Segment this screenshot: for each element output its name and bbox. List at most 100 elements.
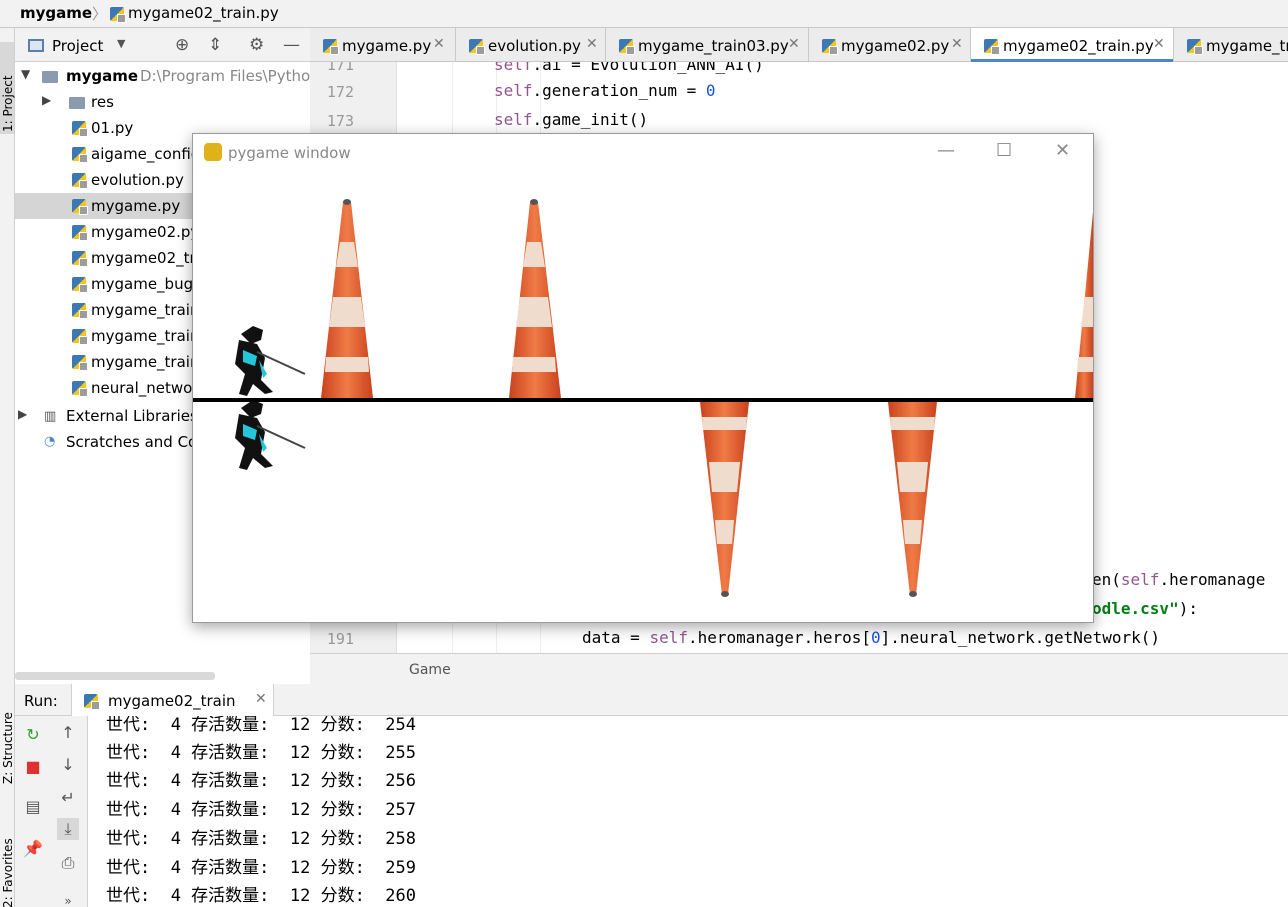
breadcrumb-project[interactable]: mygame	[20, 4, 92, 22]
code-line-fragment: odle.csv"):	[1092, 599, 1198, 618]
close-icon[interactable]: ✕	[1153, 36, 1165, 52]
target-icon[interactable]: ⊕	[175, 35, 189, 55]
library-icon: ▥	[44, 409, 57, 424]
python-file-icon	[72, 199, 88, 215]
tab-mygame-train[interactable]: mygame_tr	[1174, 28, 1288, 62]
code-number: 0	[705, 81, 716, 100]
line-number: 171	[326, 62, 354, 74]
tab-mygame-train03[interactable]: mygame_train03.py ✕	[606, 28, 809, 62]
line-number: 173	[326, 112, 354, 130]
ground-line	[193, 398, 1093, 402]
run-tab[interactable]: mygame02_train ✕	[71, 684, 274, 716]
stop-icon[interactable]: ■	[22, 756, 44, 778]
code-text: ):	[1178, 599, 1198, 618]
console-line: 世代: 4 存活数量: 12 分数: 259	[106, 858, 416, 878]
tree-item-label: mygame_train	[91, 301, 200, 319]
tab-evolution[interactable]: evolution.py ✕	[456, 28, 606, 62]
python-file-icon	[72, 303, 88, 319]
tree-item-label: External Libraries	[66, 407, 198, 425]
chevron-right-icon[interactable]: ▶	[18, 407, 27, 421]
code-number: 0	[871, 628, 881, 647]
run-toolbar: ↻ ↑ ■ ↓ ↵ ▤ ⤓ 📌 ⎙ »	[15, 716, 88, 907]
code-text: ].neural_network.getNetwork()	[880, 628, 1160, 647]
structure-tool-label[interactable]: Z: Structure	[1, 712, 15, 784]
scroll-to-end-icon[interactable]: ⤓	[57, 818, 79, 840]
more-icon[interactable]: »	[57, 890, 79, 907]
python-file-icon	[72, 381, 88, 397]
code-self: self	[1120, 570, 1160, 589]
python-file-icon	[72, 225, 88, 241]
tab-mygame[interactable]: mygame.py ✕	[310, 28, 456, 62]
arrow-down-icon[interactable]: ↓	[57, 754, 79, 776]
python-file-icon	[619, 39, 635, 55]
layout-icon[interactable]: ▤	[22, 796, 44, 818]
project-view-selector[interactable]: Project	[52, 37, 103, 55]
console-line: 世代: 4 存活数量: 12 分数: 256	[106, 771, 416, 791]
close-icon[interactable]: ✕	[255, 691, 267, 707]
console-line: 世代: 4 存活数量: 12 分数: 257	[106, 800, 416, 820]
run-console[interactable]: 世代: 4 存活数量: 12 分数: 254 世代: 4 存活数量: 12 分数…	[88, 716, 1288, 907]
pygame-window[interactable]: pygame window — ☐ ✕	[192, 133, 1094, 623]
soft-wrap-icon[interactable]: ↵	[57, 787, 79, 809]
tab-mygame02-train[interactable]: mygame02_train.py ✕	[971, 28, 1174, 62]
python-file-icon	[323, 39, 339, 55]
console-line: 世代: 4 存活数量: 12 分数: 255	[106, 743, 416, 763]
game-canvas[interactable]	[193, 172, 1093, 622]
run-label: Run:	[24, 692, 58, 710]
close-icon[interactable]: ✕	[951, 36, 963, 52]
python-file-icon	[72, 277, 88, 293]
chevron-down-icon[interactable]: ▼	[117, 37, 125, 50]
rerun-icon[interactable]: ↻	[22, 724, 44, 746]
print-icon[interactable]: ⎙	[57, 852, 79, 874]
code-text: .heromanager.heros[	[687, 628, 871, 647]
python-file-icon	[72, 173, 88, 189]
tree-item-label: Scratches and Con	[66, 433, 207, 451]
pin-icon[interactable]: 📌	[22, 838, 44, 860]
close-window-icon[interactable]: ✕	[1055, 140, 1070, 161]
minimize-window-icon[interactable]: —	[937, 140, 955, 161]
tab-label: mygame02_train.py	[1003, 37, 1154, 55]
arrow-up-icon[interactable]: ↑	[57, 722, 79, 744]
cone-obstacle	[1075, 212, 1093, 398]
cone-obstacle	[509, 199, 561, 398]
console-line: 世代: 4 存活数量: 12 分数: 254	[106, 716, 416, 735]
close-icon[interactable]: ✕	[586, 36, 598, 52]
project-tool-label[interactable]: 1: Project	[1, 75, 15, 132]
scratch-icon: ◔	[44, 434, 56, 449]
code-self: self	[494, 110, 533, 129]
favorites-tool-label[interactable]: 2: Favorites	[1, 838, 15, 907]
chevron-down-icon[interactable]: ▼	[21, 67, 30, 81]
collapse-icon[interactable]: ⇕	[208, 35, 222, 55]
project-horizontal-scrollbar[interactable]	[15, 672, 215, 680]
tree-item[interactable]: ▶ res	[15, 89, 310, 115]
breadcrumb-file[interactable]: mygame02_train.py	[128, 4, 279, 22]
code-text: data =	[582, 628, 650, 647]
console-line: 世代: 4 存活数量: 12 分数: 258	[106, 829, 416, 849]
python-file-icon	[72, 121, 88, 137]
editor-breadcrumb-class[interactable]: Game	[409, 662, 451, 678]
tree-item-label: mygame_train	[91, 353, 200, 371]
pygame-title-bar[interactable]: pygame window — ☐ ✕	[193, 134, 1093, 172]
project-view-icon	[28, 39, 44, 52]
tab-mygame02[interactable]: mygame02.py ✕	[809, 28, 971, 62]
tree-item-label: mygame_bug.	[91, 275, 198, 293]
chevron-right-icon[interactable]: ▶	[42, 93, 51, 107]
close-icon[interactable]: ✕	[788, 36, 800, 52]
python-file-icon	[469, 39, 485, 55]
code-text: .heromanage	[1159, 570, 1266, 589]
tree-item-label: evolution.py	[91, 171, 184, 189]
close-icon[interactable]: ✕	[433, 36, 445, 52]
code-line-fragment: en(self.heromanage	[1092, 570, 1265, 589]
cone-obstacle	[888, 402, 937, 597]
tree-item-label: neural_networ	[91, 379, 199, 397]
root-path: D:\Program Files\Pytho	[140, 67, 310, 85]
tab-label: evolution.py	[488, 37, 581, 55]
left-tool-strip: 1: Project Z: Structure 2: Favorites	[0, 28, 15, 907]
editor-breadcrumb-bar: Game	[310, 653, 1288, 684]
settings-icon[interactable]: ⚙	[249, 35, 264, 55]
minimize-icon[interactable]: —	[283, 35, 300, 55]
maximize-window-icon[interactable]: ☐	[996, 140, 1012, 161]
tree-root[interactable]: ▼ mygame D:\Program Files\Pytho	[15, 63, 310, 89]
pygame-window-title: pygame window	[228, 144, 351, 162]
python-file-icon	[110, 7, 126, 23]
